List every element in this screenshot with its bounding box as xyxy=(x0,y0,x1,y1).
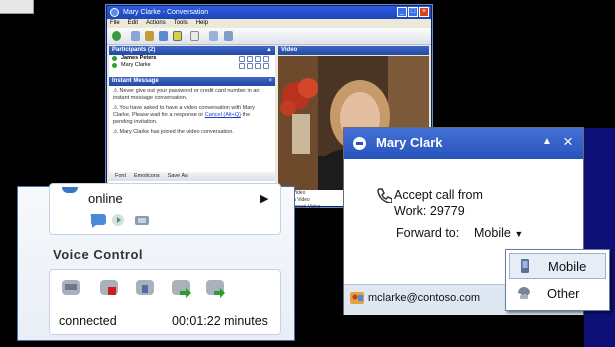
forward-option-other[interactable]: Other xyxy=(509,281,606,307)
presence-card xyxy=(49,183,281,235)
conversation-menubar: File Edit Actions Tools Help xyxy=(107,19,431,28)
call-control-buttons xyxy=(62,280,225,298)
close-icon[interactable]: × xyxy=(563,132,573,152)
conversation-left-pane: Participants (2) ▲ James Peters Mary Clar… xyxy=(109,46,275,206)
end-call-icon xyxy=(100,280,118,295)
conversation-titlebar[interactable]: Mary Clarke - Conversation _ □ × xyxy=(107,6,431,19)
phone-icon xyxy=(377,188,392,203)
toast-header: Mary Clark ▲ × xyxy=(344,128,583,159)
security-warning: ⚠ Never give out your password or credit… xyxy=(113,88,260,101)
menu-edit[interactable]: Edit xyxy=(128,19,138,28)
minimize-button[interactable]: _ xyxy=(397,7,407,17)
dropdown-arrow-icon: ▼ xyxy=(514,229,524,239)
presence-status[interactable]: online xyxy=(88,191,123,206)
mute-icon xyxy=(136,280,154,295)
caller-name: Mary Clark xyxy=(376,135,443,150)
collapse-icon[interactable]: ▲ xyxy=(542,136,552,147)
video-header: Video xyxy=(278,46,429,55)
contact-email[interactable]: mclarke@contoso.com xyxy=(368,292,480,304)
notes-icon[interactable] xyxy=(190,31,199,41)
forward-dropdown[interactable]: Mobile ▼ xyxy=(474,226,523,240)
save-as-button[interactable]: Save As xyxy=(168,172,188,181)
communicator-app-icon xyxy=(110,8,119,17)
message-history: ⚠ Never give out your password or credit… xyxy=(109,86,275,141)
im-format-toolbar: Font Emoticons Save As xyxy=(109,172,275,181)
conversation-toolbar xyxy=(107,28,431,45)
im-icon xyxy=(90,214,106,228)
maximize-button[interactable]: □ xyxy=(408,7,418,17)
other-phone-icon xyxy=(518,287,530,299)
presence-menu-arrow[interactable]: ▶ xyxy=(260,192,268,205)
presence-busy-icon xyxy=(353,137,366,150)
menu-actions[interactable]: Actions xyxy=(146,19,166,28)
file-transfer-icon[interactable] xyxy=(145,31,154,41)
accept-call-link[interactable]: Accept call from Work: 29779 xyxy=(394,187,483,219)
joined-message: ⚠ Mary Clarke has joined the video conve… xyxy=(113,129,234,135)
forward-label: Forward to: xyxy=(396,226,460,240)
voice-control-panel: online ▶ Voice Control connected 00:01:2… xyxy=(17,183,295,341)
menu-file[interactable]: File xyxy=(110,19,120,28)
presence-icon xyxy=(112,63,117,68)
desktop-background xyxy=(584,128,615,347)
menu-help[interactable]: Help xyxy=(196,19,208,28)
forward-options-menu: Mobile Other xyxy=(505,249,610,311)
presence-actions xyxy=(90,214,149,228)
participants-header[interactable]: Participants (2) ▲ xyxy=(109,46,275,55)
background-window-fragment xyxy=(0,0,34,14)
forward-icon xyxy=(206,280,225,298)
whiteboard-icon[interactable] xyxy=(209,31,218,41)
video-icon[interactable] xyxy=(173,31,182,41)
video-invite-message: ⚠ You have asked to have a video convers… xyxy=(113,105,255,125)
menu-tools[interactable]: Tools xyxy=(174,19,188,28)
participant-row[interactable]: James Peters xyxy=(109,55,275,62)
forward-option-mobile[interactable]: Mobile xyxy=(509,253,606,279)
hold-icon xyxy=(62,280,80,295)
transfer-icon xyxy=(172,280,191,298)
voice-control-title: Voice Control xyxy=(53,247,144,262)
presence-icon xyxy=(112,56,117,61)
contact-card-icon xyxy=(350,292,364,304)
participant-name: James Peters xyxy=(121,55,157,61)
share-icon[interactable] xyxy=(131,31,140,41)
cancel-link[interactable]: Cancel (Alt+Q) xyxy=(205,112,241,118)
options-icon[interactable] xyxy=(224,31,233,41)
voice-icon[interactable] xyxy=(159,31,168,41)
participant-row[interactable]: Mary Clarke xyxy=(109,62,275,69)
mobile-phone-icon xyxy=(521,259,529,273)
call-status: connected xyxy=(59,314,117,328)
call-duration: 00:01:22 minutes xyxy=(172,314,268,328)
instant-message-header[interactable]: Instant Message × xyxy=(109,77,275,86)
emoticons-button[interactable]: Emoticons xyxy=(134,172,160,181)
font-button[interactable]: Font xyxy=(115,172,126,181)
participant-action-icons[interactable] xyxy=(239,63,269,69)
conversation-title: Mary Clarke - Conversation xyxy=(123,9,209,16)
close-button[interactable]: × xyxy=(419,7,429,17)
participant-name: Mary Clarke xyxy=(121,62,151,68)
invite-icon[interactable] xyxy=(112,31,121,41)
